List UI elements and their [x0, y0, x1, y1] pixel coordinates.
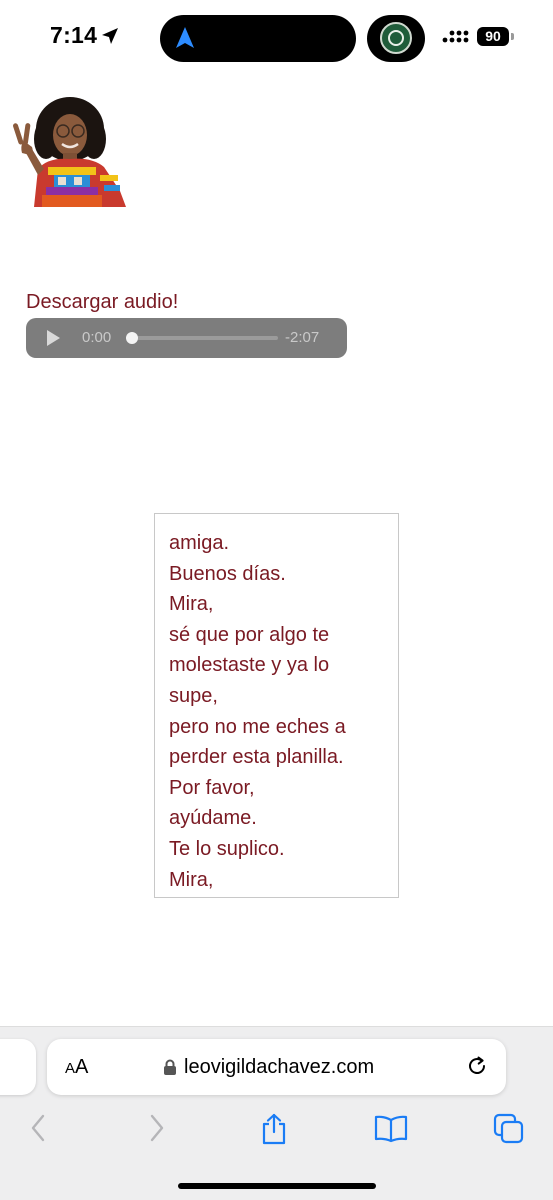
battery-nub: [511, 33, 514, 40]
transcript-line: sé que por algo te: [169, 623, 330, 646]
home-indicator[interactable]: [178, 1183, 376, 1189]
play-icon[interactable]: [44, 329, 62, 347]
audio-current-time: 0:00: [82, 329, 112, 346]
dynamic-island[interactable]: [160, 15, 356, 62]
back-icon[interactable]: [28, 1113, 48, 1143]
bookmarks-icon[interactable]: [374, 1113, 408, 1143]
lock-icon: [164, 1059, 176, 1075]
audio-player[interactable]: 0:00 -2:07: [26, 318, 347, 358]
transcript-line: Mira,: [169, 593, 214, 616]
transcript-line: amiga.: [169, 532, 230, 554]
navigation-arrow-icon: [176, 27, 194, 48]
transcript-line: Te lo suplico.: [169, 837, 285, 860]
transcript-line: Buenos días.: [169, 562, 286, 585]
transcript-box[interactable]: amiga. Buenos días. Mira, sé que por alg…: [154, 513, 399, 898]
live-activity-bubble[interactable]: [367, 15, 425, 62]
audio-progress-track[interactable]: [126, 332, 278, 344]
cellular-signal-icon: [442, 30, 469, 43]
tabs-icon[interactable]: [493, 1113, 525, 1145]
battery-level: 90: [477, 27, 509, 46]
location-arrow-icon: [102, 28, 118, 44]
download-audio-link[interactable]: Descargar audio!: [26, 291, 178, 314]
page-settings-button[interactable]: AA: [65, 1056, 88, 1079]
previous-tab-preview[interactable]: [0, 1039, 36, 1095]
status-time: 7:14: [50, 22, 98, 48]
text-size-large-label: A: [75, 1056, 89, 1078]
transcript-line: ayúdame.: [169, 807, 257, 830]
share-icon[interactable]: [259, 1113, 289, 1145]
audio-remaining-time: -2:07: [285, 329, 320, 346]
profile-photo: [13, 97, 126, 207]
transcript-line: Por favor,: [169, 776, 255, 799]
url-text[interactable]: leovigildachavez.com: [184, 1056, 374, 1079]
forward-icon[interactable]: [147, 1113, 167, 1143]
phone-screen: 7:14 90 Descargar audio! 0:00 -2:07 amig…: [0, 0, 553, 1200]
transcript-line: Mira,: [169, 868, 214, 891]
transcript-line: supe,: [169, 684, 218, 707]
transcript-line: molestaste y ya lo: [169, 654, 330, 677]
reload-icon[interactable]: [466, 1055, 488, 1077]
transcript-line: pero no me eches a: [169, 715, 346, 738]
transcript-line: perder esta planilla.: [169, 746, 344, 769]
audio-scrubber-handle[interactable]: [126, 332, 138, 344]
text-size-small-label: A: [65, 1060, 76, 1077]
app-logo-icon: [380, 22, 412, 54]
address-bar[interactable]: AA leovigildachavez.com: [47, 1039, 506, 1095]
